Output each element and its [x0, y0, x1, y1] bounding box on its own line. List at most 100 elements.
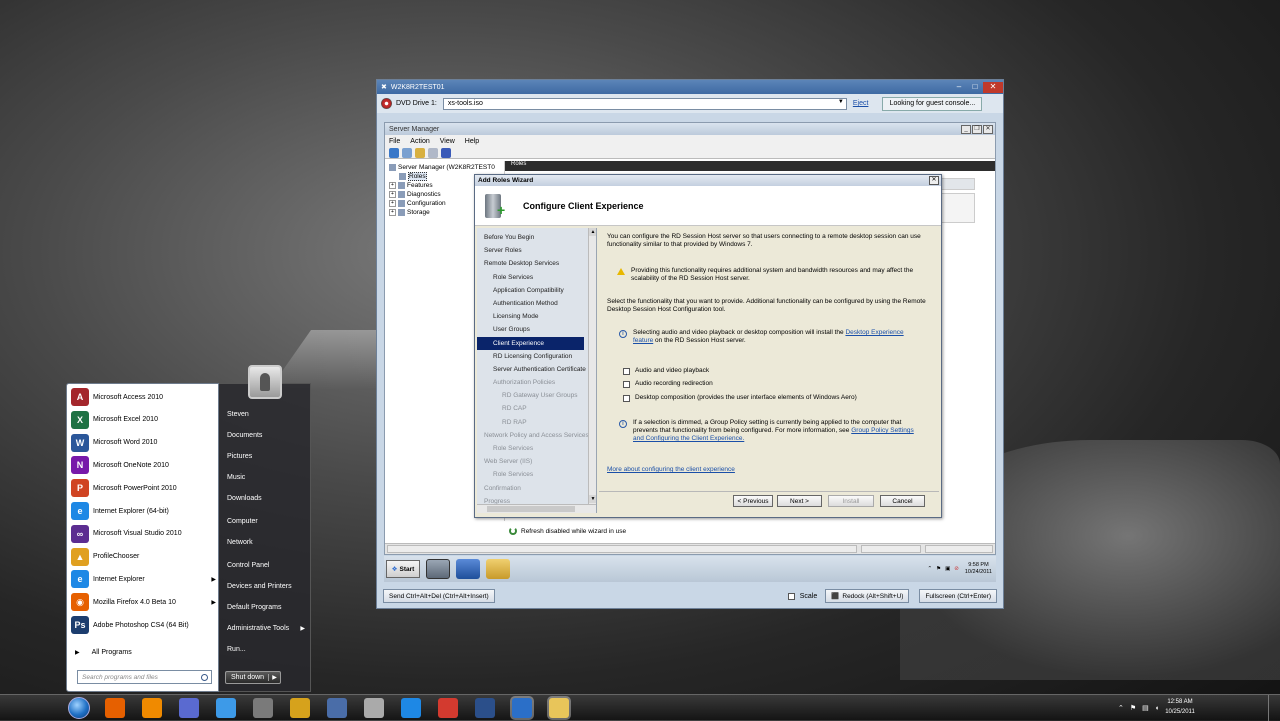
send-ctrl-alt-del-button[interactable]: Send Ctrl+Alt+Del (Ctrl+Alt+Insert) [383, 589, 495, 603]
redock-button[interactable]: ⬛ Redock (Alt+Shift+U) [825, 589, 910, 603]
expand-icon[interactable]: + [389, 182, 396, 189]
dvd-select[interactable]: xs-tools.iso ▼ [442, 97, 847, 110]
wizard-step[interactable]: Client Experience [477, 336, 584, 350]
start-place-item[interactable]: Run... [227, 646, 305, 653]
guest-console-button[interactable]: Looking for guest console... [882, 96, 983, 111]
start-place-item[interactable]: Computer [227, 518, 305, 525]
wizard-step[interactable]: Network Policy and Access Services [477, 429, 596, 442]
forward-icon[interactable] [402, 147, 412, 158]
program-item[interactable]: ◉ Mozilla Firefox 4.0 Beta 10 ▶ [71, 592, 216, 612]
wizard-step[interactable]: Remote Desktop Services [477, 257, 596, 270]
disc-icon[interactable] [364, 698, 384, 718]
menu-help[interactable]: Help [465, 138, 479, 145]
program-item[interactable]: ∞ Microsoft Visual Studio 2010 [71, 524, 216, 544]
program-item[interactable]: P Microsoft PowerPoint 2010 [71, 478, 216, 498]
program-item[interactable]: e Internet Explorer (64-bit) [71, 501, 216, 521]
server-manager-title-bar[interactable]: Server Manager _ ❐ ✕ [385, 123, 995, 135]
xencenter-icon[interactable] [475, 698, 495, 718]
program-item[interactable]: A Microsoft Access 2010 [71, 387, 216, 407]
start-place-item[interactable]: Music [227, 474, 305, 481]
previous-button[interactable]: < Previous [733, 495, 773, 507]
shutdown-button[interactable]: Shut down ▶ [225, 671, 281, 684]
minimize-button[interactable]: ‒ [951, 82, 967, 93]
sm-restore-button[interactable]: ❐ [972, 124, 982, 134]
chrome-icon[interactable] [438, 698, 458, 718]
all-programs-button[interactable]: ▶ All Programs [75, 649, 132, 656]
sm-minimize-button[interactable]: _ [961, 124, 971, 134]
volume-icon[interactable]: ◖ [1155, 705, 1159, 712]
expand-icon[interactable]: + [389, 191, 396, 198]
wizard-step[interactable]: Authorization Policies [477, 376, 596, 389]
server-manager-taskbar-icon[interactable] [426, 559, 450, 579]
scale-checkbox[interactable] [787, 592, 795, 600]
program-item[interactable]: Ps Adobe Photoshop CS4 (64 Bit) [71, 615, 216, 635]
start-place-item[interactable]: Documents [227, 432, 305, 439]
wizard-step[interactable]: Licensing Mode [477, 310, 596, 323]
user-avatar[interactable] [248, 365, 282, 399]
maximize-button[interactable]: □ [967, 82, 983, 93]
desktop-composition-checkbox[interactable] [623, 394, 630, 402]
up-folder-icon[interactable] [415, 147, 425, 158]
start-orb-button[interactable] [68, 697, 90, 719]
ie-icon[interactable] [401, 698, 421, 718]
chevron-right-icon[interactable]: ▶ [211, 576, 216, 583]
wizard-step[interactable]: Confirmation [477, 482, 596, 495]
infinity-icon[interactable] [179, 698, 199, 718]
wizard-step[interactable]: Authentication Method [477, 297, 596, 310]
start-place-item[interactable]: Administrative Tools ▶ [227, 625, 305, 632]
guest-start-button[interactable]: ❖ Start [386, 560, 420, 578]
close-button[interactable]: ✕ [983, 81, 1003, 93]
wizard-step[interactable]: Server Authentication Certificate [477, 363, 596, 376]
wizard-step[interactable]: Application Compatibility [477, 284, 596, 297]
option-audio-recording[interactable]: Audio recording redirection [623, 380, 713, 388]
fullscreen-button[interactable]: Fullscreen (Ctrl+Enter) [919, 589, 997, 603]
guest-clock[interactable]: 9:58 PM 10/24/2011 [965, 562, 992, 576]
wizard-step[interactable]: RD RAP [477, 416, 596, 429]
help-icon[interactable] [441, 147, 451, 158]
host-clock[interactable]: 12:58 AM 10/25/2011 [1160, 697, 1200, 717]
more-about-link[interactable]: More about configuring the client experi… [607, 466, 735, 474]
wizard-step[interactable]: Role Services [477, 442, 596, 455]
scroll-up-icon[interactable]: ▲ [589, 228, 596, 236]
wizard-step[interactable]: Role Services [477, 271, 596, 284]
tray-expand-icon[interactable]: ⌃ [928, 566, 933, 572]
start-place-item[interactable]: Downloads [227, 495, 305, 502]
wizard-step[interactable]: RD Licensing Configuration [477, 350, 596, 363]
wizard-step[interactable]: RD CAP [477, 402, 596, 415]
cancel-button[interactable]: Cancel [880, 495, 925, 507]
dropbox-icon[interactable] [216, 698, 236, 718]
flag-icon[interactable]: ⚑ [1130, 704, 1136, 712]
scroll-down-icon[interactable]: ▼ [589, 495, 596, 503]
eject-link[interactable]: Eject [853, 100, 869, 107]
vlc-icon[interactable] [142, 698, 162, 718]
wizard-step[interactable]: Web Server (IIS) [477, 455, 596, 468]
program-item[interactable]: ▲ ProfileChooser [71, 547, 216, 567]
option-desktop-composition[interactable]: Desktop composition (provides the user i… [623, 394, 857, 402]
wizard-close-button[interactable]: ✕ [929, 176, 939, 185]
program-item[interactable]: N Microsoft OneNote 2010 [71, 455, 216, 475]
start-place-item[interactable]: Steven [227, 411, 305, 418]
start-place-item[interactable]: Pictures [227, 453, 305, 460]
nav-vertical-scrollbar[interactable]: ▲ ▼ [588, 228, 596, 513]
show-desktop-button[interactable] [1268, 695, 1280, 721]
firefox-icon[interactable] [105, 698, 125, 718]
puzzle-icon[interactable] [290, 698, 310, 718]
start-place-item[interactable]: Control Panel [227, 562, 305, 569]
folder-icon[interactable] [549, 698, 569, 718]
wizard-step[interactable]: Before You Begin [477, 231, 596, 244]
start-place-item[interactable]: Default Programs [227, 604, 305, 611]
option-audio-video[interactable]: Audio and video playback [623, 367, 709, 375]
monitor-icon[interactable] [327, 698, 347, 718]
explorer-icon[interactable] [486, 559, 510, 579]
vm-title-bar[interactable]: ✖ W2K8R2TEST01 ‒ □ ✕ [377, 80, 1003, 94]
program-item[interactable]: e Internet Explorer ▶ [71, 569, 216, 589]
audio-video-checkbox[interactable] [623, 367, 630, 375]
nav-horizontal-scrollbar[interactable] [477, 504, 596, 513]
menu-view[interactable]: View [440, 138, 455, 145]
flag-icon[interactable]: ⚑ [936, 566, 941, 572]
next-button[interactable]: Next > [777, 495, 822, 507]
sm-close-button[interactable]: ✕ [983, 124, 993, 134]
tree-item-server-manager[interactable]: Server Manager (W2K8R2TEST0 [389, 163, 500, 172]
audio-recording-checkbox[interactable] [623, 380, 630, 388]
back-icon[interactable] [389, 147, 399, 158]
